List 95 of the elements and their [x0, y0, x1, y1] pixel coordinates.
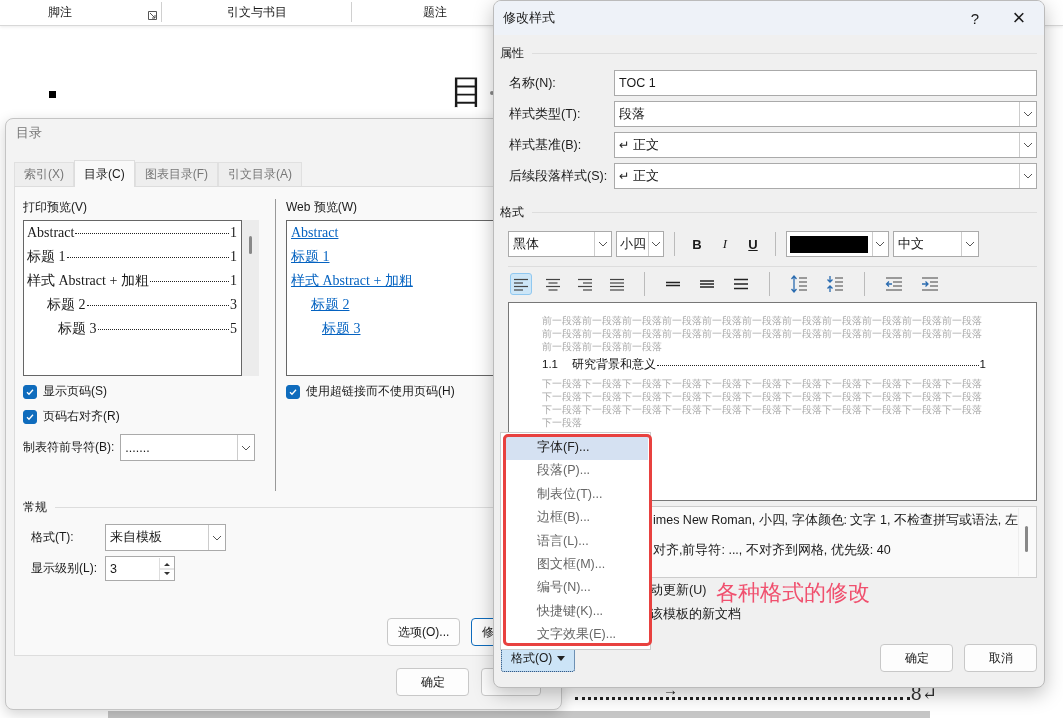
page-number: 3: [230, 296, 237, 314]
checkbox[interactable]: [23, 384, 37, 399]
tab[interactable]: 图表目录(F): [134, 162, 218, 186]
tab[interactable]: 引文目录(A): [218, 162, 302, 186]
format-dropdown[interactable]: 来自模板: [105, 524, 226, 551]
style-dropdown[interactable]: 段落: [614, 101, 1037, 127]
dialog-launcher-icon[interactable]: [148, 10, 157, 20]
checkbox[interactable]: [286, 384, 300, 399]
checkbox-label: 使用超链接而不使用页码(H): [306, 383, 455, 400]
field-label: 样式基准(B):: [509, 136, 583, 154]
entry-title: 标题 2: [47, 296, 86, 314]
space-mark: [490, 91, 494, 95]
bullet-mark: [49, 90, 56, 98]
link[interactable]: 样式 Abstract + 加粗: [291, 273, 413, 288]
size-dropdown[interactable]: 小四: [616, 231, 664, 257]
name-field[interactable]: TOC 1: [614, 70, 1037, 96]
document-heading: 目: [450, 71, 484, 111]
entry-title: 样式 Abstract + 加粗: [27, 272, 149, 290]
one-half-spacing-icon[interactable]: [699, 277, 715, 291]
help-button[interactable]: ?: [960, 4, 990, 32]
tab-leader-dropdown[interactable]: .......: [120, 434, 256, 461]
print-preview-label: 打印预览(V): [23, 199, 87, 215]
checkmark-icon: [25, 386, 35, 397]
chevron-down-icon: [598, 241, 608, 247]
link[interactable]: 标题 3: [322, 321, 361, 336]
alignment-button[interactable]: [510, 273, 532, 295]
field-label: 名称(N):: [509, 74, 557, 92]
chevron-down-icon: [1023, 111, 1033, 117]
double-spacing-icon[interactable]: [733, 277, 749, 291]
language-dropdown[interactable]: 中文: [893, 231, 979, 257]
ribbon-group-label: 脚注: [48, 3, 72, 21]
chevron-down-icon: [212, 534, 222, 541]
text-style-button[interactable]: B: [685, 232, 709, 256]
chevron-down-icon: [965, 241, 975, 247]
entry-title: 研究背景和意义: [572, 357, 656, 372]
description-text: imes New Roman, 小四, 字体颜色: 文字 1, 不检查拼写或语法, 左: [653, 513, 1019, 528]
checkmark-icon: [25, 411, 35, 422]
checkbox-label: 页码右对齐(R): [43, 408, 120, 425]
tab[interactable]: 目录(C): [74, 160, 135, 187]
level-spinbox[interactable]: 3: [105, 556, 175, 581]
section-title: 属性: [500, 44, 524, 62]
text-style-button[interactable]: U: [741, 232, 765, 256]
entry-title: 标题 3: [58, 320, 97, 338]
field-label: 样式类型(T):: [509, 105, 582, 123]
style-dropdown[interactable]: ↵ 正文: [614, 132, 1037, 158]
dialog-title: 修改样式: [503, 9, 555, 27]
checkbox[interactable]: [23, 409, 37, 424]
font-dropdown[interactable]: 黑体: [508, 231, 612, 257]
link[interactable]: 标题 2: [311, 297, 350, 312]
dialog-button[interactable]: 取消: [964, 644, 1037, 672]
field-label: 制表符前导符(B):: [23, 439, 115, 456]
page-number: 1: [230, 224, 237, 242]
ok-button[interactable]: 确定: [396, 668, 469, 696]
checkmark-icon: [288, 386, 298, 397]
checkbox-label: 显示页码(S): [43, 383, 107, 400]
field-label: 格式(T):: [31, 529, 75, 546]
entry-title: 标题 1: [27, 248, 66, 266]
chevron-down-icon: [1023, 173, 1033, 179]
page-number: 1: [230, 248, 237, 266]
close-button[interactable]: ×: [1004, 4, 1034, 32]
page-number: 1: [230, 272, 237, 290]
ribbon-group-label: 引文与书目: [226, 3, 287, 21]
link[interactable]: Abstract: [291, 225, 339, 240]
chevron-down-icon: [1023, 142, 1033, 148]
field-label: 显示级别(L):: [31, 560, 98, 577]
chevron-down-icon: [875, 241, 886, 247]
chevron-down-icon: [651, 241, 661, 247]
link[interactable]: 标题 1: [291, 249, 330, 264]
tab-arrow: →: [663, 682, 678, 698]
annotation-text: 各种格式的修改: [716, 579, 870, 607]
decrease-spacing-icon[interactable]: [826, 275, 844, 293]
increase-spacing-icon[interactable]: [790, 275, 808, 293]
section-title: 常规: [23, 498, 47, 516]
dialog-button[interactable]: 选项(O)...: [387, 618, 461, 646]
font-color-dropdown[interactable]: [786, 231, 889, 257]
scrollbar[interactable]: [242, 220, 259, 376]
increase-indent-icon[interactable]: [921, 276, 939, 292]
dialog-title: 目录: [16, 125, 42, 140]
heading-number: 1.1: [542, 358, 558, 370]
text-style-button[interactable]: I: [713, 232, 737, 256]
web-preview-label: Web 预览(W): [286, 199, 358, 215]
section-title: 格式: [500, 203, 524, 221]
ribbon-group-label: 题注: [423, 3, 447, 21]
decrease-indent-icon[interactable]: [885, 276, 903, 292]
style-dropdown[interactable]: ↵ 正文: [614, 163, 1037, 189]
field-label: 后续段落样式(S):: [509, 167, 609, 185]
description-text: 对齐,前导符: ..., 不对齐到网格, 优先级: 40: [653, 543, 892, 558]
page-number: 5: [230, 320, 237, 338]
menu-item[interactable]: 字体(F)...: [503, 437, 648, 461]
page-number: 1: [979, 358, 986, 370]
chevron-down-icon: [241, 444, 252, 451]
entry-title: Abstract: [27, 224, 75, 242]
scrollbar-thumb[interactable]: [1025, 526, 1028, 552]
tab[interactable]: 索引(X): [14, 162, 74, 186]
dialog-button[interactable]: 确定: [880, 644, 953, 672]
